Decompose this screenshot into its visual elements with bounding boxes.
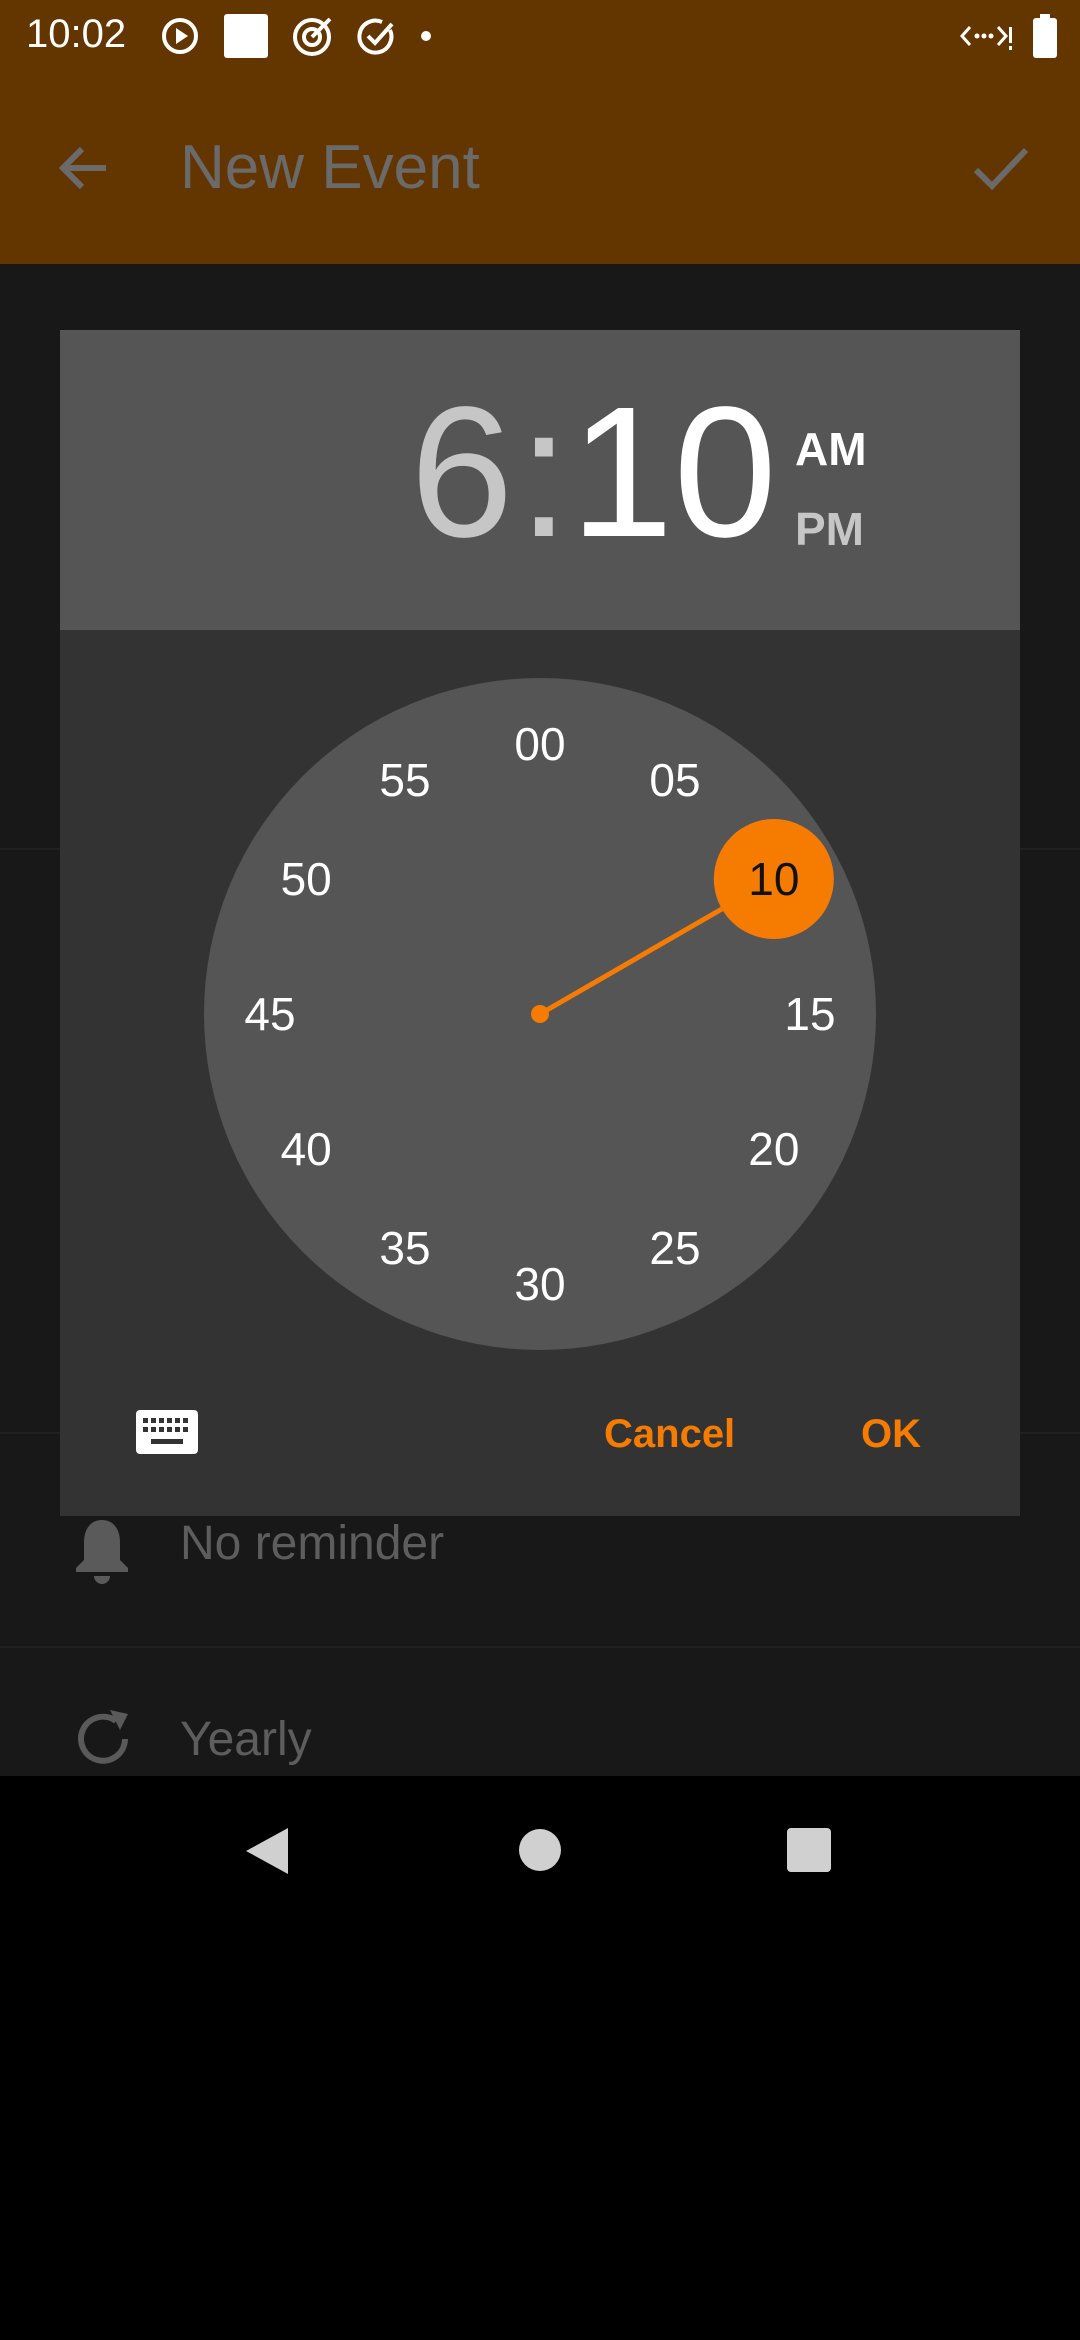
dial-minute-label[interactable]: 40	[281, 1123, 332, 1175]
recents-square-icon[interactable]	[787, 1828, 831, 1872]
dial-minute-label[interactable]: 50	[281, 853, 332, 905]
arrow-back-icon[interactable]	[52, 136, 116, 200]
dial-minute-label[interactable]: 55	[379, 754, 430, 806]
status-icons	[160, 10, 434, 62]
status-bar: 10:02	[0, 0, 1080, 72]
clock-center-dot	[531, 1005, 549, 1023]
dial-minute-label[interactable]: 10	[748, 853, 799, 905]
dial-minute-label[interactable]: 35	[379, 1222, 430, 1274]
screen: 10:02 New Event No reminder Yearly 6 : 1…	[0, 0, 1080, 1776]
data-saver-icon	[960, 26, 1012, 50]
check-icon[interactable]	[968, 136, 1032, 200]
time-header: 6 : 10 AM PM	[60, 330, 1020, 630]
pm-toggle[interactable]: PM	[795, 502, 864, 556]
minute-dial[interactable]: 00 05 10 15 20 25 30 35 40 45 50 55	[204, 678, 876, 1350]
back-triangle-icon[interactable]	[244, 1826, 290, 1876]
home-circle-icon[interactable]	[518, 1828, 562, 1872]
target-icon	[293, 17, 332, 56]
hour-display[interactable]: 6	[410, 380, 513, 566]
ok-button[interactable]: OK	[861, 1412, 921, 1457]
play-circle-icon	[162, 18, 198, 54]
cancel-button[interactable]: Cancel	[604, 1412, 735, 1457]
dial-minute-label[interactable]: 30	[514, 1258, 565, 1310]
dial-minute-label[interactable]: 15	[784, 988, 835, 1040]
page-title: New Event	[180, 133, 480, 202]
status-right-icons	[960, 10, 1058, 62]
status-time: 10:02	[26, 12, 127, 56]
minute-display[interactable]: 10	[570, 380, 777, 566]
dial-minute-label[interactable]: 20	[748, 1123, 799, 1175]
time-picker-dialog: 6 : 10 AM PM 00 05 10 15 20 25 30 35 40 45 50 55 Ca…	[60, 330, 1020, 1516]
dial-minute-label[interactable]: 25	[649, 1222, 700, 1274]
check-circle-icon	[357, 18, 394, 55]
square-app-icon	[224, 14, 268, 58]
time-separator: :	[518, 369, 570, 576]
dial-minute-label[interactable]: 00	[514, 718, 565, 770]
dial-minute-label[interactable]: 05	[649, 754, 700, 806]
keyboard-icon[interactable]	[136, 1410, 198, 1454]
dot-icon	[421, 31, 431, 41]
app-bar: New Event	[0, 72, 1080, 264]
battery-icon	[1033, 14, 1057, 58]
dial-minute-label[interactable]: 45	[244, 988, 295, 1040]
navigation-bar	[0, 1776, 1080, 1920]
am-toggle[interactable]: AM	[795, 422, 867, 476]
